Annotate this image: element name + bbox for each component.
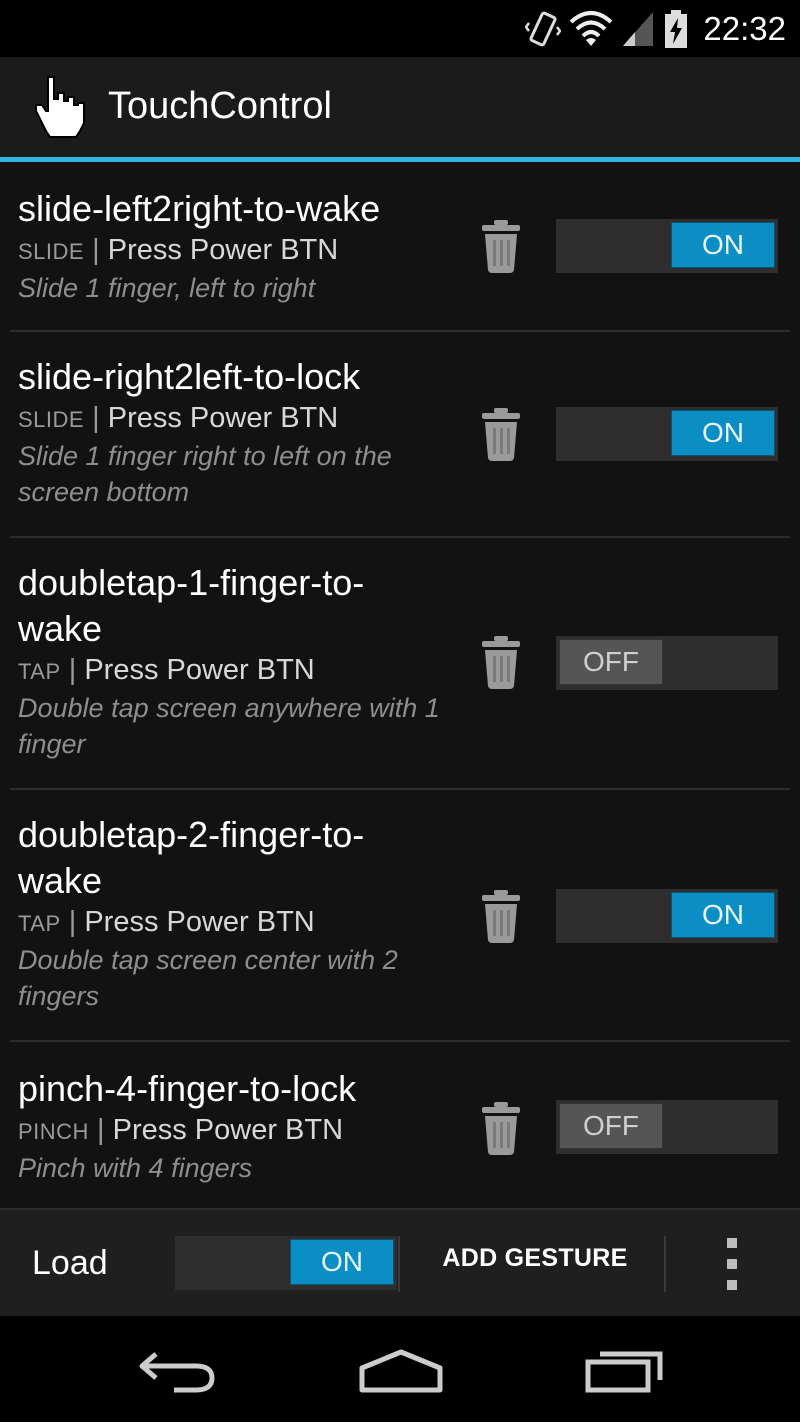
trash-icon[interactable] [480,1100,522,1156]
trash-icon[interactable] [480,634,522,690]
gesture-action: Press Power BTN [84,906,315,938]
gesture-type: PINCH [18,1119,89,1144]
gesture-toggle[interactable]: OFF [556,636,778,690]
navigation-bar [0,1316,800,1422]
toggle-knob: ON [671,892,775,938]
gesture-toggle[interactable]: OFF [556,1100,778,1154]
gesture-meta: SLIDE | Press Power BTN [18,400,448,438]
overflow-dot [727,1280,737,1290]
gesture-row[interactable]: doubletap-1-finger-to-wake TAP | Press P… [10,538,790,790]
gesture-meta: TAP | Press Power BTN [18,652,448,690]
gesture-type: SLIDE [18,239,85,264]
back-icon[interactable] [134,1346,224,1396]
gesture-name: doubletap-2-finger-to-wake [18,814,365,901]
gesture-type: SLIDE [18,407,85,432]
app-title: TouchControl [108,85,332,127]
load-toggle[interactable]: ON [175,1236,397,1290]
home-icon[interactable] [356,1346,446,1396]
gesture-row[interactable]: doubletap-2-finger-to-wake TAP | Press P… [10,790,790,1042]
gesture-description: Slide 1 finger, left to right [18,273,316,303]
trash-icon[interactable] [480,218,522,274]
gesture-row[interactable]: slide-left2right-to-wake SLIDE | Press P… [10,162,790,332]
gesture-action: Press Power BTN [84,654,315,686]
gesture-meta: SLIDE | Press Power BTN [18,232,448,270]
action-bar: TouchControl [0,57,800,162]
gesture-list[interactable]: slide-left2right-to-wake SLIDE | Press P… [0,162,800,1208]
toggle-knob: ON [671,222,775,268]
gesture-text: doubletap-1-finger-to-wake TAP | Press P… [18,560,448,762]
gesture-name: pinch-4-finger-to-lock [18,1068,357,1109]
gesture-meta: TAP | Press Power BTN [18,904,448,942]
vibrate-icon [525,11,562,47]
gesture-type: TAP [18,911,61,936]
gesture-action: Press Power BTN [107,234,339,266]
bottom-action-bar: Load ON ADD GESTURE [0,1208,800,1316]
meta-separator: | [84,402,108,434]
status-time: 22:32 [703,10,786,47]
gesture-description: Double tap screen anywhere with 1 finger [18,693,440,759]
gesture-row[interactable]: slide-right2left-to-lock SLIDE | Press P… [10,332,790,538]
gesture-toggle[interactable]: ON [556,407,778,461]
gesture-action: Press Power BTN [112,1114,344,1146]
bar-divider [398,1236,400,1292]
toggle-knob: OFF [559,639,663,685]
gesture-text: doubletap-2-finger-to-wake TAP | Press P… [18,812,448,1014]
battery-charging-icon [665,10,688,48]
gesture-description: Pinch with 4 fingers [18,1153,253,1183]
gesture-text: slide-left2right-to-wake SLIDE | Press P… [18,186,448,306]
add-gesture-button[interactable]: ADD GESTURE [410,1244,660,1273]
status-icons: 22:32 [525,8,786,50]
recents-icon[interactable] [580,1346,670,1396]
toggle-knob: OFF [559,1103,663,1149]
meta-separator: | [60,654,85,686]
meta-separator: | [60,906,85,938]
overflow-dot [727,1238,737,1248]
gesture-text: slide-right2left-to-lock SLIDE | Press P… [18,354,448,510]
gesture-description: Double tap screen center with 2 fingers [18,945,398,1011]
signal-icon [623,12,654,46]
gesture-row[interactable]: pinch-4-finger-to-lock PINCH | Press Pow… [10,1042,790,1208]
gesture-toggle[interactable]: ON [556,889,778,943]
gesture-meta: PINCH | Press Power BTN [18,1112,448,1150]
meta-separator: | [88,1114,113,1146]
meta-separator: | [84,234,108,266]
trash-icon[interactable] [480,888,522,944]
gesture-name: doubletap-1-finger-to-wake [18,562,365,649]
status-bar: 22:32 [0,0,800,57]
gesture-name: slide-left2right-to-wake [18,188,381,229]
overflow-dot [727,1259,737,1269]
gesture-text: pinch-4-finger-to-lock PINCH | Press Pow… [18,1066,448,1186]
load-label: Load [32,1244,108,1282]
trash-icon[interactable] [480,406,522,462]
toggle-knob: ON [290,1239,394,1285]
overflow-menu-icon[interactable] [720,1238,744,1290]
hand-pointer-icon[interactable] [34,73,90,141]
toggle-knob: ON [671,410,775,456]
gesture-action: Press Power BTN [107,402,339,434]
wifi-icon [570,11,613,46]
gesture-name: slide-right2left-to-lock [18,356,361,397]
gesture-description: Slide 1 finger right to left on the scre… [18,441,392,507]
gesture-type: TAP [18,659,61,684]
gesture-toggle[interactable]: ON [556,219,778,273]
bar-divider [664,1236,666,1292]
